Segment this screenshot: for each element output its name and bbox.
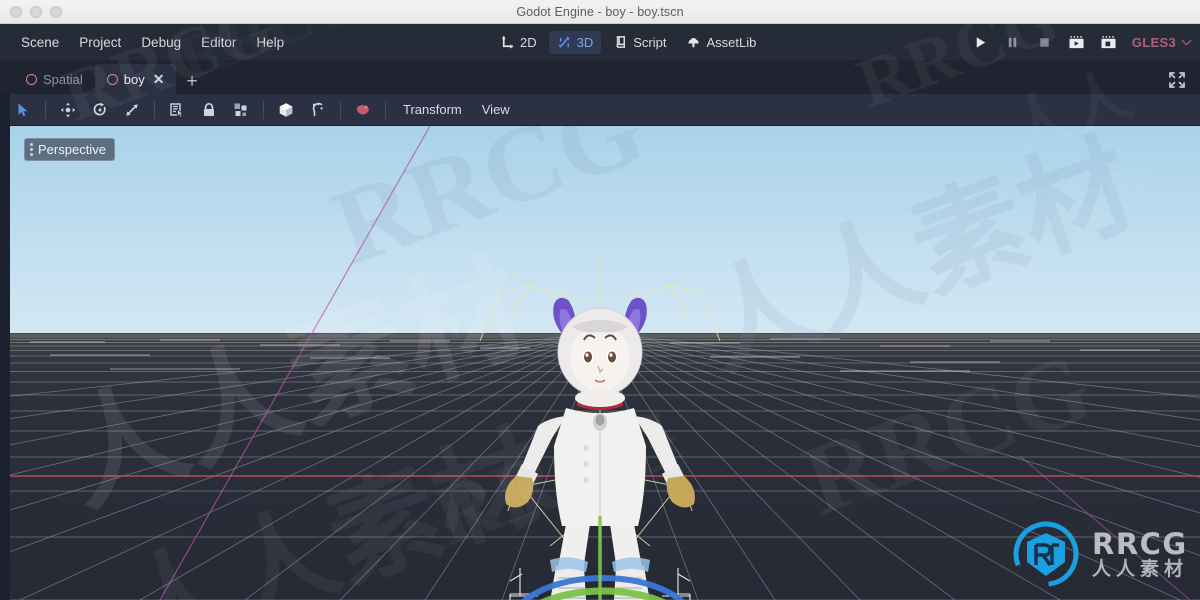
rrcg-logo-cn: 人人素材	[1091, 558, 1188, 580]
viewport-projection-label[interactable]: Perspective	[24, 138, 115, 161]
distraction-free-mode-button[interactable]	[1168, 71, 1186, 89]
lock-selected-tool[interactable]	[194, 97, 224, 123]
toolbar-separator	[154, 100, 155, 119]
editor-mode-switcher: 2D 3D Script AssetLib	[492, 24, 764, 60]
face	[570, 325, 630, 391]
chevron-down-icon	[1181, 39, 1192, 46]
toolbar-separator	[385, 100, 386, 119]
script-icon	[613, 35, 628, 50]
eye-left	[584, 351, 592, 363]
playback-controls: GLES3	[972, 24, 1192, 60]
scene-node-icon	[106, 73, 118, 85]
toolbar-separator	[263, 100, 264, 119]
godot-editor-window: Godot Engine - boy - boy.tscn Scene Proj…	[0, 0, 1200, 600]
mode-label-2d: 2D	[520, 34, 537, 50]
renderer-label: GLES3	[1131, 34, 1176, 50]
menu-editor[interactable]: Editor	[192, 30, 245, 55]
window-titlebar: Godot Engine - boy - boy.tscn	[0, 0, 1200, 24]
menu-scene[interactable]: Scene	[12, 30, 68, 55]
add-scene-tab-button[interactable]: +	[176, 72, 207, 94]
spatial-3d-viewport[interactable]: Perspective 人人素材 RRCG 人人素材 RRCG 人人素材 RRC…	[10, 126, 1200, 600]
mode-button-assetlib[interactable]: AssetLib	[678, 31, 764, 54]
minimize-window-button[interactable]	[30, 5, 42, 18]
2d-icon	[500, 35, 515, 50]
pause-button[interactable]	[1004, 33, 1022, 51]
local-space-tool[interactable]	[271, 97, 301, 123]
menubar-items: Scene Project Debug Editor Help	[12, 30, 293, 55]
eye-right	[608, 351, 616, 363]
scene-tab-label: boy	[123, 71, 145, 87]
group-selected-tool[interactable]	[226, 97, 256, 123]
menu-debug[interactable]: Debug	[132, 30, 190, 55]
list-select-tool[interactable]	[162, 97, 192, 123]
transform-menu[interactable]: Transform	[394, 98, 471, 121]
scale-mode-tool[interactable]	[117, 97, 147, 123]
rotate-mode-tool[interactable]	[85, 97, 115, 123]
snap-mode-tool[interactable]	[303, 97, 333, 123]
projection-label-text: Perspective	[38, 142, 106, 157]
window-title: Godot Engine - boy - boy.tscn	[516, 4, 684, 19]
window-controls	[10, 5, 62, 18]
spatial-editor-toolbar: Transform View	[0, 94, 1200, 126]
play-scene-button[interactable]	[1068, 33, 1086, 51]
mode-label-script: Script	[633, 34, 667, 50]
drag-handle-icon	[30, 143, 33, 156]
rrcg-logo-en: RRCG	[1091, 526, 1188, 561]
mode-label-3d: 3D	[576, 34, 594, 50]
scene-tab-bar: Spatial boy ✕ +	[0, 60, 1200, 94]
rrcg-logo: RRCG 人人素材	[1012, 520, 1188, 588]
mode-label-assetlib: AssetLib	[706, 34, 757, 50]
menu-project[interactable]: Project	[70, 30, 130, 55]
glove-right	[666, 476, 695, 508]
close-tab-icon[interactable]: ✕	[153, 71, 165, 88]
mode-button-script[interactable]: Script	[605, 31, 674, 54]
mode-button-3d[interactable]: 3D	[548, 30, 602, 54]
play-custom-scene-button[interactable]	[1100, 33, 1118, 51]
main-menubar: Scene Project Debug Editor Help 2D 3D Sc…	[0, 24, 1200, 60]
mode-button-2d[interactable]: 2D	[492, 31, 545, 54]
glove-left	[505, 476, 534, 508]
toolbar-separator	[45, 100, 46, 119]
scene-tab-spatial[interactable]: Spatial	[14, 64, 95, 94]
scene-tab-boy[interactable]: boy ✕	[94, 64, 177, 94]
rrcg-logo-text: RRCG 人人素材	[1091, 526, 1188, 580]
view-menu[interactable]: View	[473, 98, 519, 121]
menu-help[interactable]: Help	[247, 30, 293, 55]
move-mode-tool[interactable]	[53, 97, 83, 123]
maximize-window-button[interactable]	[50, 5, 62, 18]
3d-icon	[557, 35, 572, 50]
select-mode-tool[interactable]	[8, 97, 38, 123]
rrcg-shield-icon	[1012, 520, 1080, 588]
renderer-selector[interactable]: GLES3	[1132, 35, 1192, 50]
assetlib-icon	[686, 35, 701, 50]
scene-tab-label: Spatial	[43, 71, 83, 87]
camera-override-tool[interactable]	[348, 97, 378, 123]
scene-node-icon	[26, 73, 37, 85]
play-button[interactable]	[972, 33, 990, 51]
toolbar-separator	[340, 100, 341, 119]
close-window-button[interactable]	[10, 5, 22, 18]
stop-button[interactable]	[1036, 33, 1054, 51]
